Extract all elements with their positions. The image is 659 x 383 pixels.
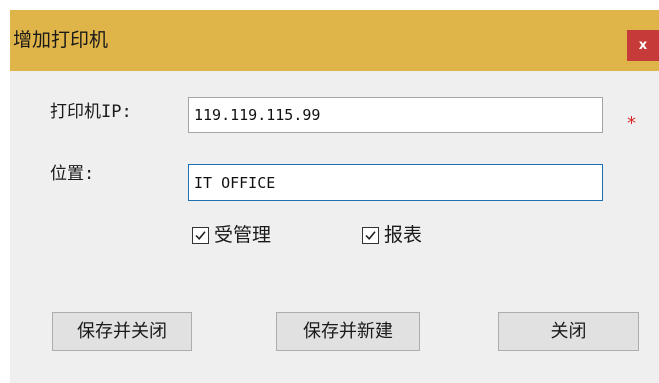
dialog-title: 增加打印机	[13, 29, 109, 51]
checkbox-checked-icon[interactable]	[362, 226, 379, 244]
required-asterisk: *	[627, 113, 636, 134]
printer-ip-input[interactable]	[188, 97, 603, 133]
save-and-close-button[interactable]: 保存并关闭	[52, 312, 192, 351]
report-checkbox-label: 报表	[384, 224, 423, 246]
managed-checkbox[interactable]: 受管理	[192, 220, 271, 250]
location-input[interactable]	[188, 164, 603, 201]
report-checkbox[interactable]: 报表	[362, 220, 422, 250]
save-and-new-button[interactable]: 保存并新建	[276, 312, 420, 351]
close-dialog-button[interactable]: x	[627, 30, 659, 61]
location-label: 位置:	[50, 164, 95, 184]
close-icon: x	[638, 38, 648, 53]
checkbox-checked-icon[interactable]	[192, 226, 209, 244]
add-printer-dialog: 增加打印机 x 打印机IP: * 位置: 受管理 报表 保存并关闭 保存并新建 …	[10, 10, 659, 383]
dialog-titlebar[interactable]: 增加打印机 x	[10, 10, 659, 71]
printer-ip-label: 打印机IP:	[50, 102, 132, 122]
close-button[interactable]: 关闭	[498, 312, 639, 351]
managed-checkbox-label: 受管理	[214, 224, 272, 246]
